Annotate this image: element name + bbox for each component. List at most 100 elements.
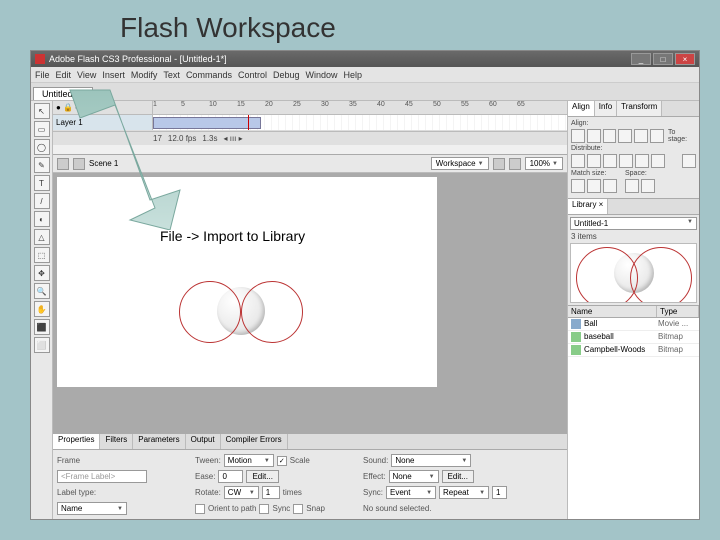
labeltype-dropdown[interactable]: Name▼ bbox=[57, 502, 127, 515]
dist-bottom[interactable] bbox=[603, 154, 617, 168]
stroke-color[interactable]: ⬛ bbox=[34, 319, 50, 335]
text-tool[interactable]: T bbox=[34, 175, 50, 191]
dist-left[interactable] bbox=[619, 154, 633, 168]
rotate-times-input[interactable]: 1 bbox=[262, 486, 280, 499]
tween-label: Tween: bbox=[195, 456, 221, 465]
match-width[interactable] bbox=[571, 179, 585, 193]
match-height[interactable] bbox=[587, 179, 601, 193]
snap-checkbox[interactable] bbox=[293, 504, 303, 514]
menu-debug[interactable]: Debug bbox=[273, 70, 300, 80]
zoom-dropdown[interactable]: 100%▼ bbox=[525, 157, 563, 170]
fill-tool[interactable]: ◐ bbox=[34, 211, 50, 227]
properties-panel: Properties Filters Parameters Output Com… bbox=[53, 433, 567, 519]
baseball-preview bbox=[614, 253, 654, 293]
menu-window[interactable]: Window bbox=[306, 70, 338, 80]
menu-view[interactable]: View bbox=[77, 70, 96, 80]
dist-vcenter[interactable] bbox=[587, 154, 601, 168]
frames-ruler[interactable]: 1 5 10 15 20 25 30 35 40 45 50 55 60 65 bbox=[153, 101, 567, 114]
menu-help[interactable]: Help bbox=[344, 70, 363, 80]
ease-edit-button[interactable]: Edit... bbox=[246, 470, 278, 483]
line-tool[interactable]: / bbox=[34, 193, 50, 209]
scale-checkbox[interactable]: ✓ bbox=[277, 456, 287, 466]
elapsed-time: 1.3s bbox=[202, 134, 217, 143]
oval-tool[interactable]: ◯ bbox=[34, 139, 50, 155]
playhead[interactable] bbox=[248, 115, 249, 130]
align-bottom[interactable] bbox=[650, 129, 664, 143]
sound-dropdown[interactable]: None▼ bbox=[391, 454, 471, 467]
close-button[interactable]: × bbox=[675, 53, 695, 65]
lasso-tool[interactable]: ⬚ bbox=[34, 247, 50, 263]
tab-parameters[interactable]: Parameters bbox=[133, 434, 185, 449]
edit-scene-icon[interactable] bbox=[493, 158, 505, 170]
col-name[interactable]: Name bbox=[568, 306, 657, 317]
maximize-button[interactable]: □ bbox=[653, 53, 673, 65]
tab-library[interactable]: Library × bbox=[568, 199, 608, 214]
effect-edit-button[interactable]: Edit... bbox=[442, 470, 474, 483]
rotate-dropdown[interactable]: CW▼ bbox=[224, 486, 259, 499]
snap-label: Snap bbox=[306, 504, 325, 513]
menu-insert[interactable]: Insert bbox=[102, 70, 125, 80]
library-item-count: 3 items bbox=[568, 232, 699, 241]
tab-output[interactable]: Output bbox=[186, 434, 221, 449]
sync-label: Sync bbox=[272, 504, 290, 513]
menu-modify[interactable]: Modify bbox=[131, 70, 158, 80]
slide-title: Flash Workspace bbox=[120, 12, 336, 44]
library-item[interactable]: Campbell-Woods Bitmap bbox=[568, 344, 699, 357]
dist-hcenter[interactable] bbox=[635, 154, 649, 168]
repeat-dropdown[interactable]: Repeat▼ bbox=[439, 486, 489, 499]
sync-checkbox[interactable] bbox=[259, 504, 269, 514]
align-hcenter[interactable] bbox=[587, 129, 601, 143]
edit-symbol-icon[interactable] bbox=[509, 158, 521, 170]
col-type[interactable]: Type bbox=[657, 306, 699, 317]
sound-label: Sound: bbox=[363, 456, 388, 465]
orient-checkbox[interactable] bbox=[195, 504, 205, 514]
menu-commands[interactable]: Commands bbox=[186, 70, 232, 80]
tools-panel: ↖ ▭ ◯ ✎ T / ◐ △ ⬚ ✥ 🔍 ✋ ⬛ ⬜ bbox=[31, 101, 53, 519]
poly-tool[interactable]: △ bbox=[34, 229, 50, 245]
match-both[interactable] bbox=[603, 179, 617, 193]
to-stage-button[interactable] bbox=[682, 154, 696, 168]
tab-properties[interactable]: Properties bbox=[53, 434, 100, 449]
library-item[interactable]: baseball Bitmap bbox=[568, 331, 699, 344]
hand-tool[interactable]: ✋ bbox=[34, 301, 50, 317]
align-top[interactable] bbox=[618, 129, 632, 143]
dist-top[interactable] bbox=[571, 154, 585, 168]
transform-tool[interactable]: ✥ bbox=[34, 265, 50, 281]
sync2-label: Sync: bbox=[363, 488, 383, 497]
library-item[interactable]: Ball Movie ... bbox=[568, 318, 699, 331]
tween-dropdown[interactable]: Motion▼ bbox=[224, 454, 274, 467]
repeat-times-input[interactable]: 1 bbox=[492, 486, 507, 499]
align-vcenter[interactable] bbox=[634, 129, 648, 143]
selection-tool[interactable]: ↖ bbox=[34, 103, 50, 119]
library-doc-dropdown[interactable]: Untitled-1▼ bbox=[570, 217, 697, 230]
workspace-dropdown[interactable]: Workspace▼ bbox=[431, 157, 489, 170]
baseball-instance[interactable] bbox=[217, 287, 265, 335]
rect-tool[interactable]: ▭ bbox=[34, 121, 50, 137]
sync-dropdown[interactable]: Event▼ bbox=[386, 486, 436, 499]
pencil-tool[interactable]: ✎ bbox=[34, 157, 50, 173]
zoom-tool[interactable]: 🔍 bbox=[34, 283, 50, 299]
tab-transform[interactable]: Transform bbox=[617, 101, 662, 116]
fill-color[interactable]: ⬜ bbox=[34, 337, 50, 353]
scale-label: Scale bbox=[290, 456, 310, 465]
menu-control[interactable]: Control bbox=[238, 70, 267, 80]
frame-label-input[interactable]: <Frame Label> bbox=[57, 470, 147, 483]
ease-input[interactable]: 0 bbox=[218, 470, 243, 483]
frames-track[interactable] bbox=[153, 115, 567, 130]
minimize-button[interactable]: _ bbox=[631, 53, 651, 65]
menu-edit[interactable]: Edit bbox=[56, 70, 72, 80]
tab-compiler-errors[interactable]: Compiler Errors bbox=[221, 434, 288, 449]
rotate-label: Rotate: bbox=[195, 488, 221, 497]
rotate-times-label: times bbox=[283, 488, 302, 497]
tab-filters[interactable]: Filters bbox=[100, 434, 133, 449]
space-v[interactable] bbox=[625, 179, 639, 193]
menu-file[interactable]: File bbox=[35, 70, 50, 80]
effect-dropdown[interactable]: None▼ bbox=[389, 470, 439, 483]
space-h[interactable] bbox=[641, 179, 655, 193]
align-right[interactable] bbox=[603, 129, 617, 143]
align-left[interactable] bbox=[571, 129, 585, 143]
menu-text[interactable]: Text bbox=[163, 70, 180, 80]
tab-info[interactable]: Info bbox=[595, 101, 617, 116]
tab-align[interactable]: Align bbox=[568, 101, 595, 116]
dist-right[interactable] bbox=[651, 154, 665, 168]
